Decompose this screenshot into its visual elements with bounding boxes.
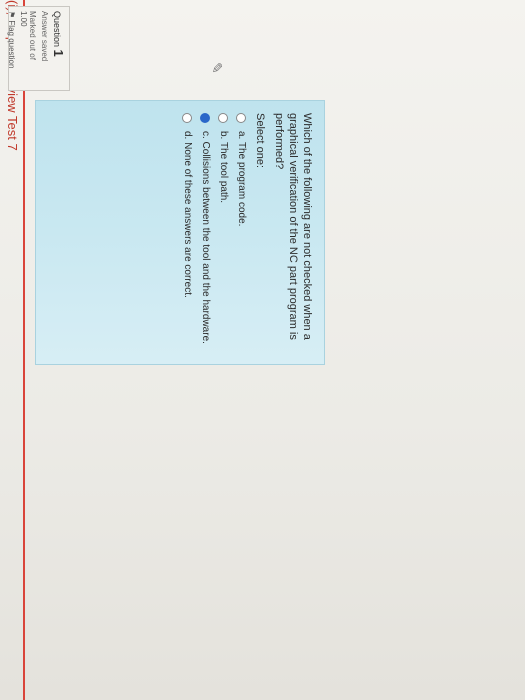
header-divider xyxy=(23,0,25,700)
quiz-page: (i), i ropic i i Review Test 7 Question … xyxy=(0,0,525,700)
flag-label: Flag question xyxy=(7,20,16,69)
answer-state: Answer saved xyxy=(40,11,49,62)
option-b-label: b. The tool path. xyxy=(218,131,229,204)
question-text: Which of the following are not checked w… xyxy=(273,113,313,340)
pencil-icon[interactable]: ✎ xyxy=(208,62,225,74)
flag-icon: ⚑ xyxy=(7,11,16,19)
option-d-label: d. None of these answers are correct. xyxy=(182,131,193,298)
radio-a[interactable] xyxy=(236,113,247,123)
option-a-label: a. The program code. xyxy=(236,131,247,227)
option-c[interactable]: c. Collisions between the tool and the h… xyxy=(200,113,211,352)
option-c-label: c. Collisions between the tool and the h… xyxy=(200,131,211,344)
option-d[interactable]: d. None of these answers are correct. xyxy=(182,113,193,352)
marked-label: Marked out of xyxy=(28,11,37,60)
flag-question-button[interactable]: ⚑ Flag question xyxy=(7,11,16,86)
option-b[interactable]: b. The tool path. xyxy=(218,113,229,352)
select-one-label: Select one: xyxy=(254,113,266,169)
question-label: Question xyxy=(52,11,62,48)
radio-c[interactable] xyxy=(200,113,211,123)
radio-b[interactable] xyxy=(218,113,229,123)
question-content: Which of the following are not checked w… xyxy=(35,100,325,365)
option-a[interactable]: a. The program code. xyxy=(236,113,247,352)
question-number: 1 xyxy=(51,49,66,57)
mark-value: 1.00 xyxy=(19,11,28,27)
question-number-label: Question 1 xyxy=(51,11,66,86)
radio-d[interactable] xyxy=(182,113,193,123)
question-info-panel: Question 1 Answer saved Marked out of 1.… xyxy=(7,6,70,91)
